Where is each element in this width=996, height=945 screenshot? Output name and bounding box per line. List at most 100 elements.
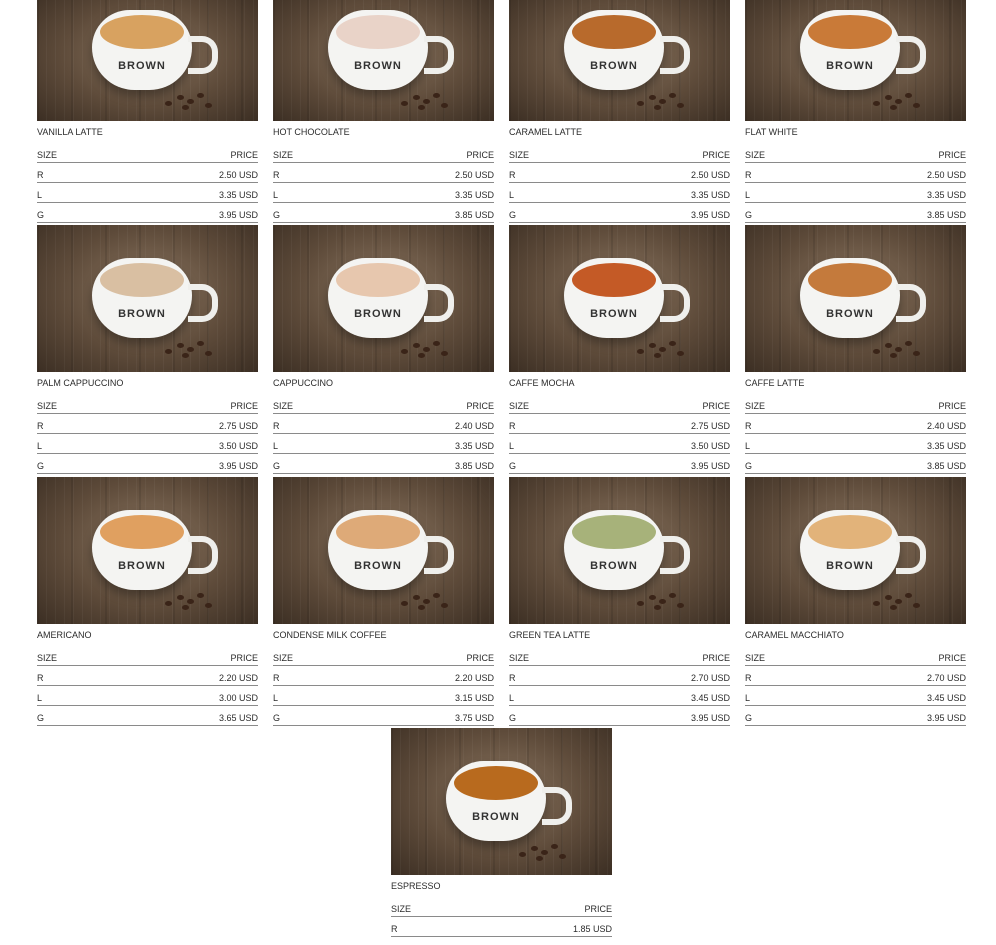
price-cell: 2.20 USD <box>111 665 258 686</box>
price-cell: 2.50 USD <box>583 162 730 183</box>
size-header: SIZE <box>509 646 584 666</box>
table-row: G 3.95 USD <box>509 202 730 223</box>
cup-icon: BROWN <box>800 258 926 338</box>
cup-icon: BROWN <box>328 258 454 338</box>
product-photo: BROWN <box>745 0 966 121</box>
size-cell: G <box>37 453 112 474</box>
table-row: G 3.65 USD <box>37 705 258 726</box>
price-cell: 3.95 USD <box>583 202 730 223</box>
size-header: SIZE <box>509 394 584 414</box>
price-table: SIZE PRICE R 2.20 USD L 3.00 USD G 3.65 USD <box>37 646 258 726</box>
table-row: R 2.40 USD <box>745 413 966 434</box>
price-table: SIZE PRICE R 2.75 USD L 3.50 USD G 3.95 USD <box>37 394 258 474</box>
table-row: L 3.35 USD <box>745 433 966 454</box>
price-cell: 3.95 USD <box>111 453 258 474</box>
table-row: R 1.85 USD <box>391 916 612 937</box>
product-name: CAPPUCCINO <box>273 378 334 388</box>
cup-logo: BROWN <box>354 560 402 572</box>
table-row: L 3.35 USD <box>273 182 494 203</box>
table-row: G 3.95 USD <box>37 453 258 474</box>
drink-surface <box>808 15 892 49</box>
cup-icon: BROWN <box>328 10 454 90</box>
drink-surface <box>100 15 184 49</box>
price-header: PRICE <box>819 394 966 414</box>
price-table-header: SIZE PRICE <box>391 897 612 917</box>
price-table-header: SIZE PRICE <box>37 646 258 666</box>
price-cell: 2.50 USD <box>111 162 258 183</box>
cup-logo: BROWN <box>826 560 874 572</box>
menu-card-americano: BROWN AMERICANO SIZE PRICE R 2.20 USD L 3.00 US… <box>37 477 258 726</box>
drink-surface <box>336 15 420 49</box>
price-cell: 3.85 USD <box>819 202 966 223</box>
price-cell: 2.50 USD <box>347 162 494 183</box>
product-name: HOT CHOCOLATE <box>273 127 350 137</box>
price-table: SIZE PRICE R 2.50 USD L 3.35 USD G 3.85 USD <box>745 143 966 223</box>
menu-card-green-tea-latte: BROWN GREEN TEA LATTE SIZE PRICE R 2.70 USD L 3… <box>509 477 730 726</box>
size-cell: G <box>273 453 348 474</box>
size-cell: R <box>37 413 112 434</box>
drink-surface <box>336 263 420 297</box>
price-table-header: SIZE PRICE <box>37 143 258 163</box>
table-row: G 3.85 USD <box>273 202 494 223</box>
table-row: G 3.95 USD <box>509 453 730 474</box>
table-row: G 3.75 USD <box>273 705 494 726</box>
table-row: R 2.50 USD <box>273 162 494 183</box>
price-table: SIZE PRICE R 2.50 USD L 3.35 USD G 3.95 USD <box>509 143 730 223</box>
price-cell: 3.85 USD <box>347 202 494 223</box>
price-cell: 2.75 USD <box>583 413 730 434</box>
table-row: L 3.35 USD <box>37 182 258 203</box>
price-table: SIZE PRICE R 2.70 USD L 3.45 USD G 3.95 USD <box>745 646 966 726</box>
size-cell: G <box>745 202 820 223</box>
size-cell: G <box>273 202 348 223</box>
table-row: R 2.20 USD <box>273 665 494 686</box>
menu-card-caffe-mocha: BROWN CAFFE MOCHA SIZE PRICE R 2.75 USD L 3.50 … <box>509 225 730 474</box>
product-name: CONDENSE MILK COFFEE <box>273 630 387 640</box>
table-row: G 3.95 USD <box>509 705 730 726</box>
price-table-header: SIZE PRICE <box>509 394 730 414</box>
price-table-header: SIZE PRICE <box>273 394 494 414</box>
price-table-header: SIZE PRICE <box>273 143 494 163</box>
product-name: CARAMEL LATTE <box>509 127 583 137</box>
table-row: R 2.70 USD <box>509 665 730 686</box>
price-table: SIZE PRICE R 2.70 USD L 3.45 USD G 3.95 USD <box>509 646 730 726</box>
price-cell: 3.75 USD <box>347 705 494 726</box>
price-table-header: SIZE PRICE <box>37 394 258 414</box>
size-cell: G <box>37 202 112 223</box>
size-cell: R <box>273 413 348 434</box>
menu-card-vanilla-latte: BROWN VANILLA LATTE SIZE PRICE R 2.50 USD L 3.3… <box>37 0 258 223</box>
size-cell: R <box>509 413 584 434</box>
product-photo: BROWN <box>509 225 730 372</box>
size-header: SIZE <box>273 646 348 666</box>
size-header: SIZE <box>745 143 820 163</box>
size-cell: L <box>37 433 112 454</box>
price-table: SIZE PRICE R 2.20 USD L 3.15 USD G 3.75 USD <box>273 646 494 726</box>
cup-logo: BROWN <box>826 60 874 72</box>
cup-icon: BROWN <box>92 510 218 590</box>
menu-card-hot-chocolate: BROWN HOT CHOCOLATE SIZE PRICE R 2.50 USD L 3.3… <box>273 0 494 223</box>
price-cell: 2.70 USD <box>583 665 730 686</box>
product-name: GREEN TEA LATTE <box>509 630 591 640</box>
table-row: G 3.95 USD <box>745 705 966 726</box>
cup-logo: BROWN <box>118 60 166 72</box>
table-row: G 3.85 USD <box>745 202 966 223</box>
cup-logo: BROWN <box>118 560 166 572</box>
cup-icon: BROWN <box>446 761 572 841</box>
size-cell: L <box>273 685 348 706</box>
table-row: L 3.15 USD <box>273 685 494 706</box>
size-cell: L <box>745 182 820 203</box>
product-photo: BROWN <box>509 477 730 624</box>
menu-card-flat-white: BROWN FLAT WHITE SIZE PRICE R 2.50 USD L 3.35 U… <box>745 0 966 223</box>
price-table: SIZE PRICE R 2.75 USD L 3.50 USD G 3.95 USD <box>509 394 730 474</box>
table-row: R 2.50 USD <box>37 162 258 183</box>
price-cell: 3.35 USD <box>111 182 258 203</box>
cup-logo: BROWN <box>590 308 638 320</box>
product-name: PALM CAPPUCCINO <box>37 378 124 388</box>
size-cell: L <box>745 685 820 706</box>
size-cell: R <box>273 665 348 686</box>
table-row: R 2.20 USD <box>37 665 258 686</box>
price-header: PRICE <box>347 143 494 163</box>
size-cell: L <box>509 182 584 203</box>
price-table: SIZE PRICE R 1.85 USD <box>391 897 612 937</box>
size-header: SIZE <box>37 143 112 163</box>
cup-logo: BROWN <box>826 308 874 320</box>
